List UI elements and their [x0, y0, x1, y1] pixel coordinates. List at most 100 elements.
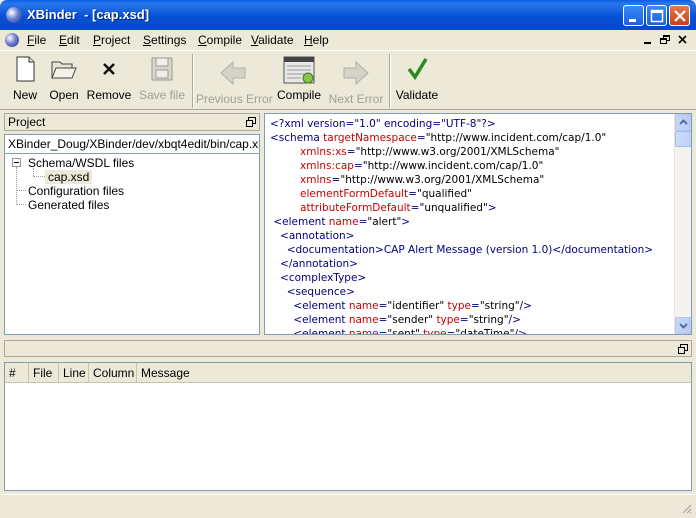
menu-project[interactable]: Project — [93, 33, 130, 48]
output-panel-header[interactable] — [4, 340, 692, 357]
arrow-right-icon — [343, 60, 369, 86]
code-line[interactable]: <element name="sender" type="string"/> — [270, 313, 653, 327]
open-button[interactable]: Open — [45, 55, 83, 107]
minimize-button[interactable] — [623, 5, 644, 26]
code-text[interactable]: <?xml version="1.0" encoding="UTF-8"?> <s… — [270, 117, 653, 335]
chevron-up-icon — [679, 119, 688, 125]
document-icon[interactable] — [5, 33, 19, 47]
code-line[interactable]: elementFormDefault="qualified" — [270, 187, 653, 201]
code-token: /> — [508, 314, 521, 326]
resize-grip-icon[interactable] — [680, 502, 692, 514]
project-tree[interactable]: Schema/WSDL files cap.xsd Configuration … — [4, 154, 260, 335]
code-line[interactable]: <sequence> — [270, 285, 653, 299]
code-token: > — [401, 216, 411, 228]
code-token: "alert" — [367, 216, 402, 228]
code-token: elementFormDefault — [300, 188, 409, 200]
mdi-minimize-icon[interactable] — [641, 33, 655, 47]
checkmark-icon — [407, 58, 428, 81]
code-token: xmlns:xs — [300, 146, 347, 158]
scroll-thumb[interactable] — [675, 131, 691, 147]
code-token: "sent" — [387, 328, 420, 335]
code-editor[interactable]: <?xml version="1.0" encoding="UTF-8"?> <s… — [264, 113, 692, 335]
code-token: "http://www.w3.org/2001/XMLSchema" — [355, 146, 560, 158]
code-token: name — [348, 314, 379, 326]
next-error-button[interactable]: Next Error — [328, 55, 384, 107]
code-token: <schema — [270, 132, 324, 144]
column-header-message[interactable]: Message — [137, 363, 691, 383]
project-panel-header: Project — [4, 113, 260, 131]
code-token: = — [408, 188, 417, 200]
code-token: type — [436, 314, 460, 326]
new-button[interactable]: New — [5, 55, 45, 107]
scroll-up-button[interactable] — [675, 114, 691, 131]
mdi-restore-icon[interactable] — [658, 33, 672, 47]
toolbar-separator — [389, 54, 391, 108]
validate-button[interactable]: Validate — [395, 55, 439, 107]
messages-table[interactable]: # File Line Column Message — [4, 362, 692, 491]
code-line[interactable]: <complexType> — [270, 271, 653, 285]
code-line[interactable]: </annotation> — [270, 257, 653, 271]
float-panel-icon[interactable] — [678, 344, 688, 354]
code-token: <complexType> — [280, 272, 367, 284]
code-token: "string" — [468, 314, 509, 326]
code-line[interactable]: <documentation>CAP Alert Message (versio… — [270, 243, 653, 257]
vertical-scrollbar[interactable] — [674, 114, 691, 334]
code-token: </documentation> — [552, 244, 654, 256]
menu-file[interactable]: File — [27, 33, 46, 48]
code-token: name — [328, 216, 359, 228]
code-line[interactable]: <?xml version="1.0" encoding="UTF-8"?> — [270, 117, 653, 131]
save-file-button[interactable]: Save file — [138, 55, 186, 107]
code-line[interactable]: xmlns="http://www.w3.org/2001/XMLSchema" — [270, 173, 653, 187]
menu-validate[interactable]: Validate — [251, 33, 294, 48]
code-line[interactable]: <element name="identifier" type="string"… — [270, 299, 653, 313]
title-bar[interactable]: XBinder - [cap.xsd] — [0, 0, 696, 30]
code-token: "http://www.w3.org/2001/XMLSchema" — [340, 174, 545, 186]
tree-item-cap-xsd[interactable]: cap.xsd — [45, 170, 93, 184]
project-path: XBinder_Doug/XBinder/dev/xbqt4edit/bin/c… — [4, 134, 260, 154]
maximize-button[interactable] — [646, 5, 667, 26]
code-token: type — [447, 300, 471, 312]
code-line[interactable]: attributeFormDefault="unqualified"> — [270, 201, 653, 215]
compile-button[interactable]: Compile — [276, 55, 322, 107]
column-header-column[interactable]: Column — [89, 363, 137, 383]
column-header-number[interactable]: # — [5, 363, 29, 383]
code-token: attributeFormDefault — [300, 202, 411, 214]
mdi-close-icon[interactable] — [676, 33, 690, 47]
compile-icon — [283, 56, 315, 84]
menu-help[interactable]: Help — [304, 33, 329, 48]
code-line[interactable]: <schema targetNamespace="http://www.inci… — [270, 131, 653, 145]
code-line[interactable]: xmlns:cap="http://www.incident.com/cap/1… — [270, 159, 653, 173]
column-header-line[interactable]: Line — [59, 363, 89, 383]
code-line[interactable]: xmlns:xs="http://www.w3.org/2001/XMLSche… — [270, 145, 653, 159]
column-header-file[interactable]: File — [29, 363, 59, 383]
code-token: </annotation> — [280, 258, 358, 270]
code-token: = — [353, 160, 363, 172]
tree-collapse-toggle[interactable] — [12, 158, 21, 167]
previous-error-button[interactable]: Previous Error — [196, 55, 273, 107]
code-token: "sender" — [387, 314, 434, 326]
code-token: "identifier" — [387, 300, 445, 312]
menu-edit[interactable]: Edit — [59, 33, 80, 48]
new-file-icon — [16, 56, 35, 82]
tree-item-generated-files[interactable]: Generated files — [28, 198, 109, 212]
code-token: "qualified" — [416, 188, 472, 200]
menu-settings[interactable]: Settings — [143, 33, 186, 48]
menu-compile[interactable]: Compile — [198, 33, 242, 48]
tree-item-configuration-files[interactable]: Configuration files — [28, 184, 124, 198]
code-line[interactable]: <element name="sent" type="dateTime"/> — [270, 327, 653, 335]
scroll-down-button[interactable] — [675, 317, 691, 334]
app-icon[interactable] — [6, 7, 22, 23]
code-line[interactable]: <annotation> — [270, 229, 653, 243]
remove-button[interactable]: Remove — [86, 55, 132, 107]
code-token: <element — [293, 328, 349, 335]
close-button[interactable] — [669, 5, 690, 26]
code-token: <element — [273, 216, 329, 228]
maximize-icon — [650, 9, 664, 23]
float-panel-icon[interactable] — [246, 117, 256, 127]
code-token: <element — [293, 314, 349, 326]
window-title: XBinder - [cap.xsd] — [27, 7, 150, 22]
code-token: = — [346, 146, 356, 158]
code-line[interactable]: <element name="alert"> — [270, 215, 653, 229]
tree-item-schema-files[interactable]: Schema/WSDL files — [28, 156, 134, 170]
code-token: "dateTime" — [455, 328, 515, 335]
